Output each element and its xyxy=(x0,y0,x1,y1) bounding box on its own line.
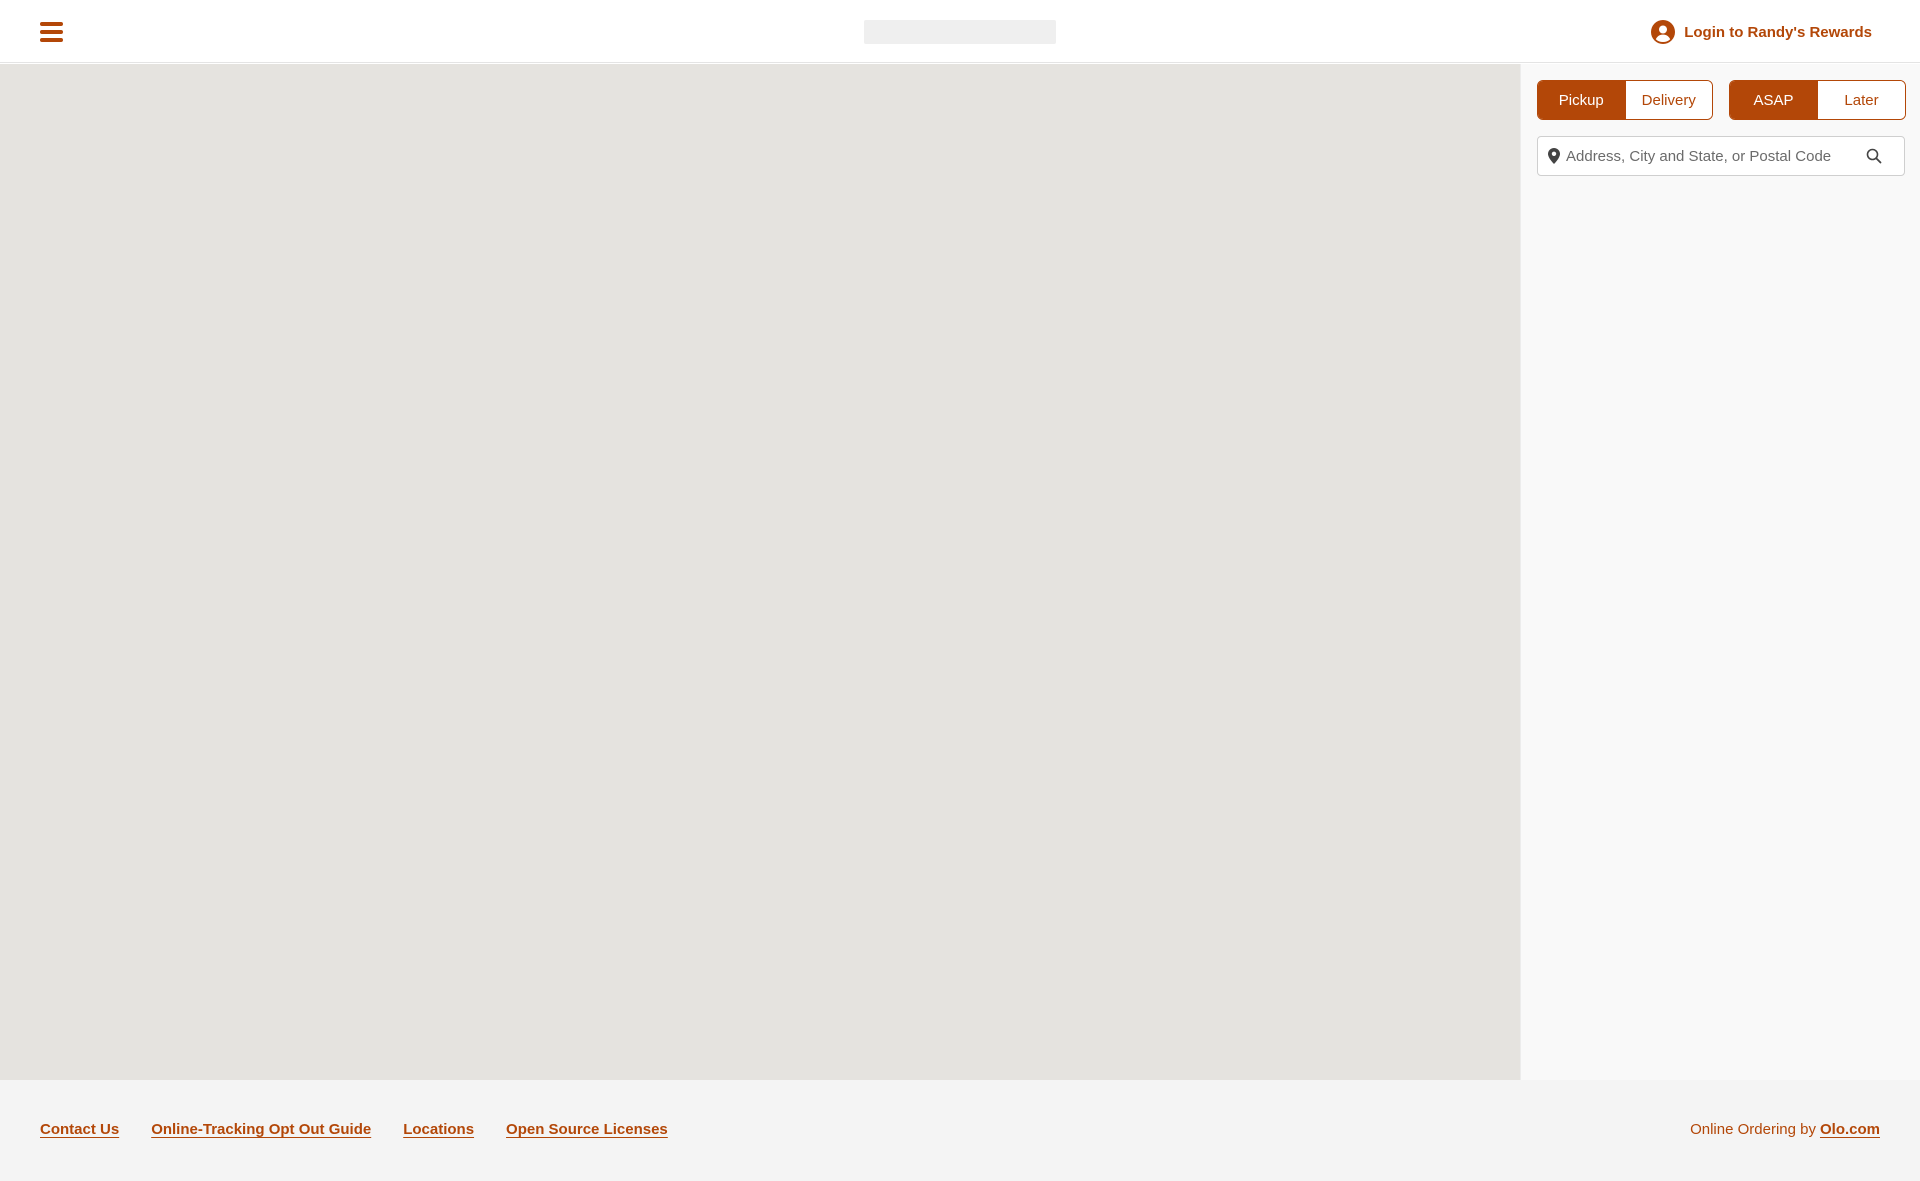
location-search-panel: Pickup Delivery ASAP Later xyxy=(1520,64,1920,1080)
asap-button[interactable]: ASAP xyxy=(1730,81,1817,119)
powered-by-text: Online Ordering by xyxy=(1690,1121,1816,1138)
user-circle-icon xyxy=(1651,20,1676,44)
map-pin-icon xyxy=(1548,148,1560,164)
logo-placeholder[interactable] xyxy=(864,20,1056,44)
handoff-mode-toggle: Pickup Delivery xyxy=(1537,80,1713,120)
order-time-toggle: ASAP Later xyxy=(1729,80,1906,120)
address-search-input[interactable] xyxy=(1566,137,1858,175)
site-footer: Contact Us Online-Tracking Opt Out Guide… xyxy=(0,1080,1920,1181)
olo-link[interactable]: Olo.com xyxy=(1820,1121,1880,1138)
locations-link[interactable]: Locations xyxy=(403,1121,474,1138)
hamburger-bar xyxy=(40,30,63,34)
site-header: Login to Randy's Rewards xyxy=(0,0,1920,63)
contact-us-link[interactable]: Contact Us xyxy=(40,1121,119,1138)
pickup-button[interactable]: Pickup xyxy=(1538,81,1625,119)
tracking-opt-out-link[interactable]: Online-Tracking Opt Out Guide xyxy=(151,1121,371,1138)
hamburger-menu-icon[interactable] xyxy=(40,22,63,42)
address-search-box xyxy=(1537,136,1905,176)
store-locator-map[interactable] xyxy=(0,64,1520,1080)
login-rewards-link[interactable]: Login to Randy's Rewards xyxy=(1651,20,1872,44)
delivery-button[interactable]: Delivery xyxy=(1624,81,1712,119)
powered-by: Online Ordering by Olo.com xyxy=(1690,1121,1880,1138)
search-icon[interactable] xyxy=(1866,148,1882,164)
footer-links: Contact Us Online-Tracking Opt Out Guide… xyxy=(40,1121,668,1138)
open-source-licenses-link[interactable]: Open Source Licenses xyxy=(506,1121,668,1138)
later-button[interactable]: Later xyxy=(1817,81,1905,119)
login-rewards-label: Login to Randy's Rewards xyxy=(1684,23,1872,41)
hamburger-bar xyxy=(40,22,63,26)
hamburger-bar xyxy=(40,38,63,42)
